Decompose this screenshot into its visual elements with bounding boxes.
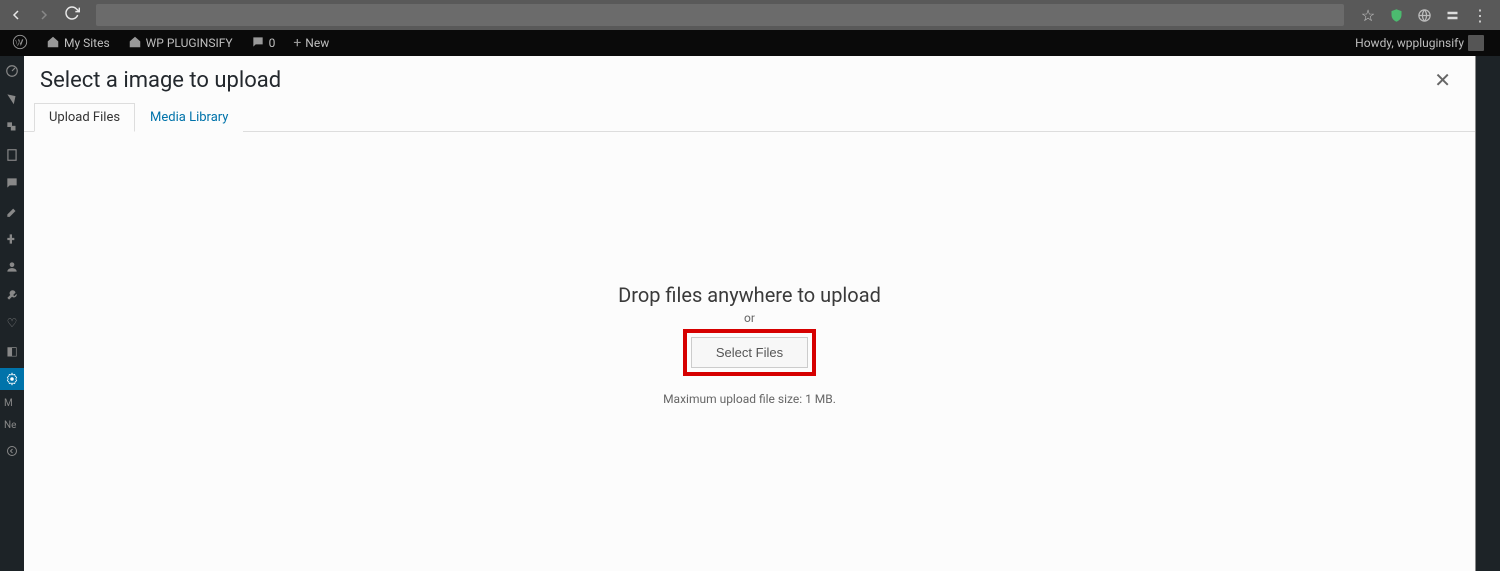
upload-dropzone[interactable]: Drop files anywhere to upload or Select … <box>24 132 1475 557</box>
wp-admin-bar: My Sites WP PLUGINSIFY 0 + New Howdy, wp… <box>0 30 1500 56</box>
site-name-menu[interactable]: WP PLUGINSIFY <box>122 30 239 56</box>
close-icon[interactable]: ✕ <box>1426 66 1459 94</box>
site-name-label: WP PLUGINSIFY <box>146 36 233 50</box>
sidebar-item-icon[interactable]: ◧ <box>0 340 24 362</box>
modal-header: Select a image to upload ✕ <box>24 56 1475 96</box>
sidebar-appearance-icon[interactable] <box>0 200 24 222</box>
comments-menu[interactable]: 0 <box>245 30 282 56</box>
sidebar-tools-icon[interactable] <box>0 284 24 306</box>
new-label: New <box>305 36 329 50</box>
new-content-menu[interactable]: + New <box>287 30 335 56</box>
sidebar-settings-icon[interactable] <box>0 368 24 390</box>
tab-upload-files[interactable]: Upload Files <box>34 103 135 132</box>
sidebar-item-label[interactable]: M <box>0 396 24 412</box>
sidebar-media-icon[interactable] <box>0 116 24 138</box>
select-files-button[interactable]: Select Files <box>691 337 808 368</box>
or-text: or <box>744 311 755 325</box>
sidebar-plugins-icon[interactable] <box>0 228 24 250</box>
comments-count: 0 <box>269 36 276 50</box>
avatar <box>1468 35 1484 51</box>
modal-title: Select a image to upload <box>40 68 281 93</box>
comment-icon <box>251 35 265 52</box>
tab-media-library[interactable]: Media Library <box>135 103 243 132</box>
url-input[interactable] <box>96 4 1344 26</box>
sidebar-comments-icon[interactable] <box>0 172 24 194</box>
sidebar-collapse-icon[interactable] <box>0 440 24 462</box>
browser-actions: ☆ ⋮ <box>1360 7 1492 23</box>
sidebar-posts-icon[interactable] <box>0 88 24 110</box>
sidebar-dashboard-icon[interactable] <box>0 60 24 82</box>
sidebar-item-icon[interactable]: ♡ <box>0 312 24 334</box>
globe-icon[interactable] <box>1416 7 1432 23</box>
forward-button[interactable] <box>36 7 52 23</box>
howdy-menu[interactable]: Howdy, wppluginsify <box>1349 30 1490 56</box>
bookmark-star-icon[interactable]: ☆ <box>1360 7 1376 23</box>
plus-icon: + <box>293 36 301 50</box>
nav-controls <box>8 5 80 25</box>
admin-sidebar: ♡ ◧ M Ne <box>0 56 24 571</box>
my-sites-menu[interactable]: My Sites <box>40 30 116 56</box>
media-upload-modal: Select a image to upload ✕ Upload Files … <box>24 56 1476 571</box>
home-icon <box>128 35 142 52</box>
browser-toolbar: ☆ ⋮ <box>0 0 1500 30</box>
home-icon <box>46 35 60 52</box>
admin-content: ♡ ◧ M Ne Select a image to upload ✕ Uplo… <box>0 56 1500 571</box>
sidebar-users-icon[interactable] <box>0 256 24 278</box>
chrome-menu-icon[interactable]: ⋮ <box>1472 7 1488 23</box>
highlight-annotation: Select Files <box>683 329 816 376</box>
my-sites-label: My Sites <box>64 36 110 50</box>
sidebar-pages-icon[interactable] <box>0 144 24 166</box>
sidebar-item-label[interactable]: Ne <box>0 418 24 434</box>
shield-icon[interactable] <box>1388 7 1404 23</box>
extension-icon[interactable] <box>1444 7 1460 23</box>
howdy-text: Howdy, wppluginsify <box>1355 36 1464 50</box>
wp-logo-menu[interactable] <box>6 30 34 56</box>
max-upload-text: Maximum upload file size: 1 MB. <box>663 392 836 406</box>
drop-instruction: Drop files anywhere to upload <box>618 283 881 307</box>
wordpress-logo-icon <box>12 34 28 53</box>
reload-button[interactable] <box>64 5 80 25</box>
back-button[interactable] <box>8 7 24 23</box>
modal-tabs: Upload Files Media Library <box>24 96 1475 132</box>
